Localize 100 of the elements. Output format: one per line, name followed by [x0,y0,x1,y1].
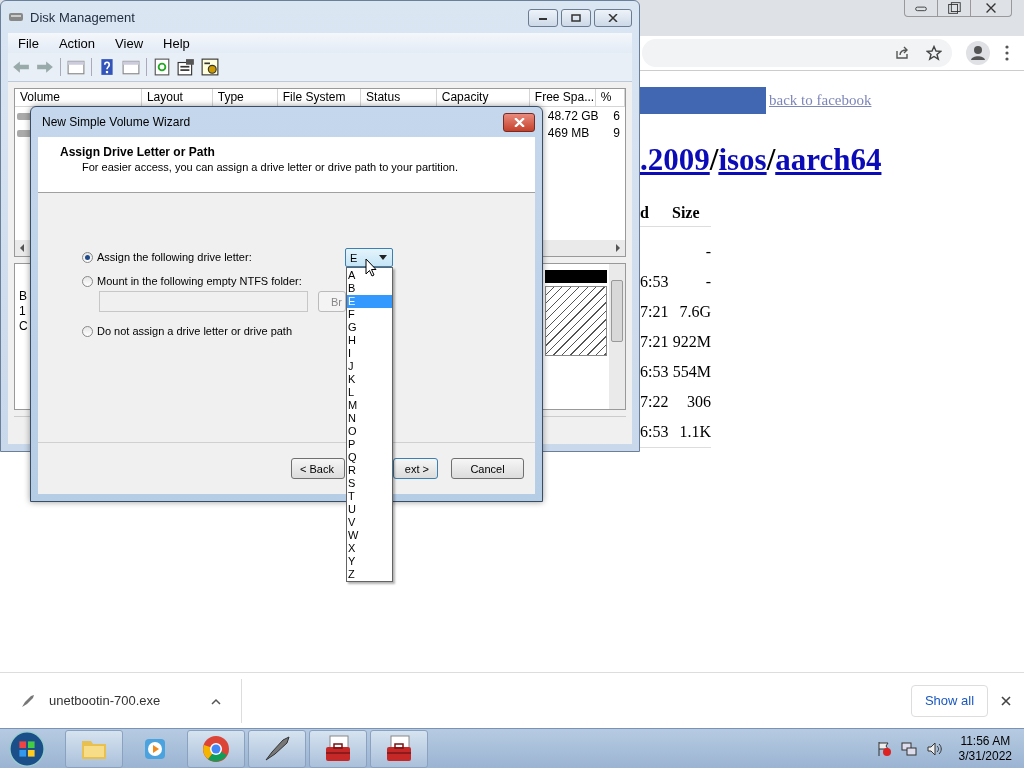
table-cell-text: 9 [613,125,621,140]
maximize-button[interactable] [561,9,591,27]
table-cell: 7:21 [640,333,669,350]
table-cell-text: 7.6G [678,303,711,321]
drive-letter-option[interactable]: A [347,269,392,282]
drive-letter-option[interactable]: W [347,529,392,542]
drive-letter-option[interactable]: U [347,503,392,516]
path-link[interactable]: isos [718,142,767,177]
table-cell: 7:22 [640,393,669,410]
option-label[interactable]: Do not assign a drive letter or drive path [97,325,293,337]
partition-block[interactable] [545,270,607,356]
disk-label: C [19,319,29,333]
panel-icon[interactable] [67,58,85,76]
star-icon[interactable] [926,45,942,61]
drive-letter-option[interactable]: O [347,425,392,438]
share-icon[interactable] [894,45,910,61]
menu-item[interactable]: Help [163,35,190,51]
radio-button[interactable] [82,275,93,287]
toolbox-icon[interactable] [385,734,413,763]
close-icon [608,14,618,22]
drive-letter-option[interactable]: S [347,477,392,490]
clock-time[interactable]: 11:56 AM [960,733,1011,749]
table-cell-text: 6 [613,108,621,123]
minimize-button[interactable] [528,9,558,27]
folder-path-field[interactable] [99,291,308,312]
flag-icon[interactable] [875,740,892,757]
help-icon[interactable] [98,58,116,76]
drive-letter-option[interactable]: X [347,542,392,555]
menu-item[interactable]: File [18,35,39,51]
drive-letter-option[interactable]: F [347,308,392,321]
table-cell-text: 48.72 GB [547,108,600,123]
drive-letter-option[interactable]: Z [347,568,392,581]
close-icon[interactable] [1000,694,1012,707]
download-item[interactable]: unetbootin-700.exe [49,693,161,708]
path-separator: / [766,142,776,177]
table-cell: 7:21 [640,303,669,320]
drive-letter-option[interactable]: L [347,386,392,399]
close-button[interactable] [594,9,632,27]
page-heading: Assign Drive Letter or Path [60,145,216,159]
right-arrow-icon[interactable] [615,244,621,252]
drive-letter-option[interactable]: T [347,490,392,503]
drive-letter-dropdown[interactable]: E [345,248,393,267]
back-button[interactable]: < Back [291,458,345,479]
scrollbar[interactable] [609,264,625,409]
page-description: For easier access, you can assign a drive letter or drive path to your partition. [81,161,459,173]
drive-letter-option[interactable]: I [347,347,392,360]
cancel-button[interactable]: Cancel [451,458,524,479]
network-icon[interactable] [900,740,917,757]
drive-letter-option[interactable]: P [347,438,392,451]
path-link[interactable]: .2009 [640,142,710,177]
left-arrow-icon[interactable] [19,244,25,252]
path-separator: / [709,142,719,177]
disk-label: 1 [19,304,27,318]
start-button[interactable] [7,729,47,768]
menu-item[interactable]: View [115,35,144,51]
clock-date[interactable]: 3/31/2022 [958,748,1012,764]
close-icon [513,117,525,127]
drive-letter-option[interactable]: H [347,334,392,347]
disk-label: B [19,289,28,303]
radio-button[interactable] [82,251,93,263]
option-label[interactable]: Assign the following drive letter: [97,251,252,263]
window-title: Disk Management [30,9,135,25]
toolbox-icon[interactable] [324,734,352,763]
table-cell: 6:53 [640,273,669,290]
drive-letter-option[interactable]: B [347,282,392,295]
panel-icon[interactable] [122,58,140,76]
volume-icon[interactable] [925,740,942,757]
radio-button[interactable] [82,325,93,337]
refresh-icon[interactable] [153,58,171,76]
caret-icon[interactable] [210,696,223,705]
table-cell-text: - [704,243,711,261]
close-button[interactable] [503,112,535,132]
profile-icon[interactable] [966,41,990,65]
drive-letter-option[interactable]: Q [347,451,392,464]
table-cell: 6:53 [640,423,669,440]
table-cell: 922M [672,333,711,351]
maximize-icon [571,14,581,22]
properties-icon[interactable] [177,58,195,76]
menu-icon[interactable] [1004,44,1010,62]
drive-letter-option[interactable]: J [347,360,392,373]
drive-letter-option[interactable]: N [347,412,392,425]
show-all-button[interactable]: Show all [911,684,988,717]
menu-item[interactable]: Action [58,35,96,51]
table-cell-text: - [704,273,711,291]
back-link[interactable]: back to facebook [769,92,872,109]
next-button[interactable]: ext > [393,458,438,479]
column-header[interactable]: % [595,89,625,107]
path-link[interactable]: aarch64 [775,142,882,177]
table-cell: 554M [672,363,711,381]
column-header: Size [672,204,701,222]
drive-letter-option[interactable]: R [347,464,392,477]
drive-letter-option[interactable]: G [347,321,392,334]
drive-letter-option[interactable]: M [347,399,392,412]
browser-icon[interactable] [202,734,230,763]
drive-letter-option[interactable]: K [347,373,392,386]
option-label[interactable]: Mount in the following empty NTFS folder: [97,275,302,287]
drive-letter-option[interactable]: V [347,516,392,529]
settings-icon[interactable] [201,58,219,76]
column-header: d [640,204,650,222]
drive-letter-option[interactable]: Y [347,555,392,568]
